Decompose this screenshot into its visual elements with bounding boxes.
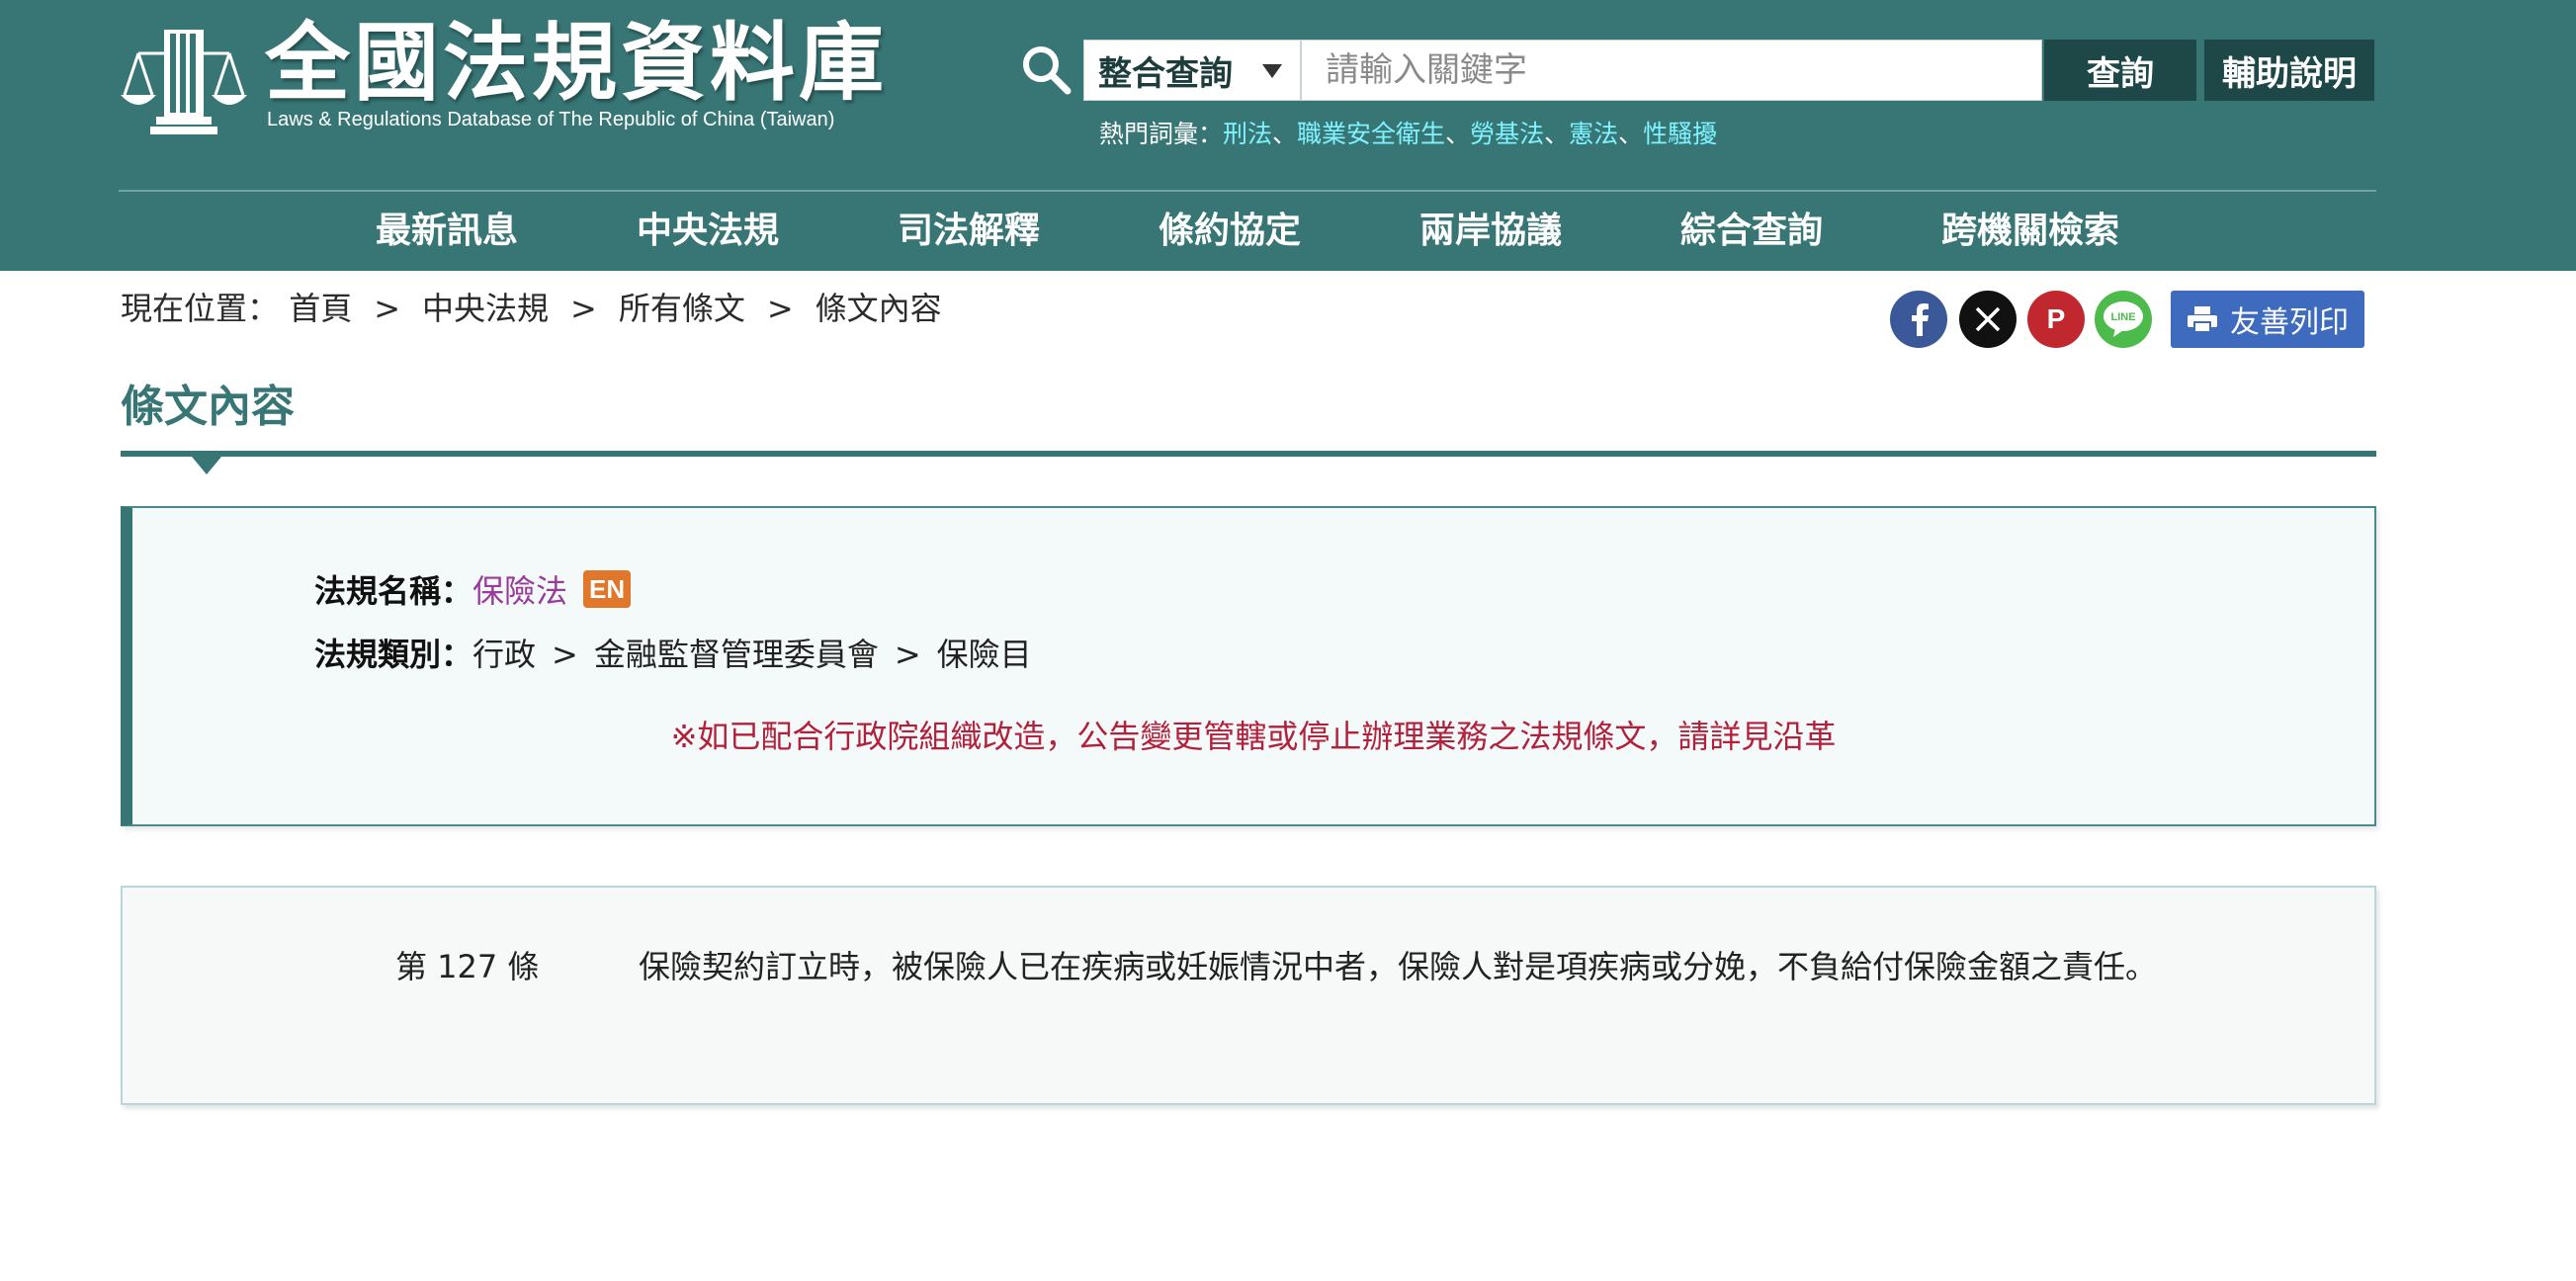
breadcrumb: 現在位置： 首頁 > 中央法規 > 所有條文 > 條文內容 xyxy=(121,287,942,330)
print-label: 友善列印 xyxy=(2230,305,2349,340)
law-category-item: 金融監督管理委員會 xyxy=(593,636,879,673)
hot-term-link[interactable]: 憲法 xyxy=(1569,120,1618,148)
search-scope-label: 整合查詢 xyxy=(1098,53,1233,94)
category-separator: > xyxy=(552,636,578,673)
printer-icon xyxy=(2188,306,2217,333)
title-divider xyxy=(121,451,2376,457)
main-nav: 最新訊息 中央法規 司法解釋 條約協定 兩岸協議 綜合查詢 跨機關檢索 xyxy=(119,202,2376,261)
search-input[interactable] xyxy=(1301,40,2042,101)
breadcrumb-separator: > xyxy=(766,290,794,327)
article-box: 第 127 條 保險契約訂立時，被保險人已在疾病或妊娠情況中者，保險人對是項疾病… xyxy=(121,886,2376,1105)
hot-terms: 熱門詞彙：刑法、職業安全衛生、勞基法、憲法、性騷擾 xyxy=(1099,117,1717,152)
law-category-item: 行政 xyxy=(472,636,537,673)
english-version-badge[interactable]: EN xyxy=(583,570,632,608)
law-name-row: 法規名稱：保險法 EN xyxy=(314,567,632,615)
site-subtitle: Laws & Regulations Database of The Repub… xyxy=(267,109,835,130)
law-name-link[interactable]: 保險法 xyxy=(472,572,567,610)
nav-item-judicial-interpretations[interactable]: 司法解釋 xyxy=(898,202,1040,261)
x-share-button[interactable] xyxy=(1959,291,2017,348)
search-scope-select[interactable]: 整合查詢 xyxy=(1083,40,1301,101)
nav-item-cross-strait[interactable]: 兩岸協議 xyxy=(1419,202,1562,261)
hot-term-link[interactable]: 勞基法 xyxy=(1470,120,1544,148)
plurk-share-button[interactable]: P xyxy=(2027,291,2085,348)
site-title[interactable]: 全國法規資料庫 xyxy=(265,14,888,113)
law-category-item: 保險目 xyxy=(936,636,1032,673)
breadcrumb-home[interactable]: 首頁 xyxy=(289,290,352,327)
article-text: 保險契約訂立時，被保險人已在疾病或妊娠情況中者，保險人對是項疾病或分娩，不負給付… xyxy=(639,948,2158,985)
nav-item-central-regulations[interactable]: 中央法規 xyxy=(637,202,779,261)
hot-term-separator: 、 xyxy=(1445,120,1471,148)
scales-of-justice-logo-icon[interactable] xyxy=(119,20,249,136)
print-button[interactable]: 友善列印 xyxy=(2171,291,2364,348)
line-icon-text: LINE xyxy=(2110,311,2136,323)
category-separator: > xyxy=(894,636,921,673)
help-button[interactable]: 輔助說明 xyxy=(2204,40,2374,101)
page-title: 條文內容 xyxy=(121,382,295,432)
facebook-share-button[interactable] xyxy=(1890,291,1947,348)
search-icon[interactable] xyxy=(1018,42,1073,97)
breadcrumb-separator: > xyxy=(374,290,401,327)
x-icon xyxy=(1975,306,2001,332)
hot-term-link[interactable]: 刑法 xyxy=(1223,120,1272,148)
breadcrumb-all-articles[interactable]: 所有條文 xyxy=(619,290,745,327)
reorganization-notice: ※如已配合行政院組織改造，公告變更管轄或停止辦理業務之法規條文，請詳見沿革 xyxy=(670,718,1837,755)
breadcrumb-central-regulations[interactable]: 中央法規 xyxy=(422,290,549,327)
site-header: 全國法規資料庫 Laws & Regulations Database of T… xyxy=(0,0,2576,271)
hot-terms-label: 熱門詞彙： xyxy=(1099,120,1224,148)
nav-item-integrated-search[interactable]: 綜合查詢 xyxy=(1680,202,1823,261)
law-category-row: 法規類別：行政 > 金融監督管理委員會 > 保險目 xyxy=(314,631,1032,678)
hot-term-separator: 、 xyxy=(1618,120,1644,148)
breadcrumb-label: 現在位置： xyxy=(121,290,280,327)
header-divider xyxy=(119,190,2376,192)
breadcrumb-separator: > xyxy=(570,290,597,327)
law-category-label: 法規類別： xyxy=(314,636,473,673)
line-share-button[interactable]: LINE xyxy=(2095,291,2152,348)
hot-term-separator: 、 xyxy=(1544,120,1570,148)
law-info-box: 法規名稱：保險法 EN 法規類別：行政 > 金融監督管理委員會 > 保險目 ※如已配合行政… xyxy=(121,506,2376,826)
nav-item-latest-news[interactable]: 最新訊息 xyxy=(376,202,518,261)
nav-item-cross-agency-search[interactable]: 跨機關檢索 xyxy=(1941,202,2119,261)
hot-term-link[interactable]: 職業安全衛生 xyxy=(1297,120,1445,148)
hot-term-link[interactable]: 性騷擾 xyxy=(1643,120,1717,148)
article-number: 第 127 條 xyxy=(395,948,540,985)
title-notch xyxy=(192,457,221,474)
breadcrumb-current: 條文內容 xyxy=(815,290,942,327)
law-name-label: 法規名稱： xyxy=(314,572,473,610)
hot-term-separator: 、 xyxy=(1272,120,1298,148)
nav-item-treaties[interactable]: 條約協定 xyxy=(1159,202,1301,261)
query-button[interactable]: 查詢 xyxy=(2044,40,2196,101)
chevron-down-icon xyxy=(1262,64,1282,78)
plurk-icon: P xyxy=(2046,303,2066,334)
facebook-icon xyxy=(1912,303,1929,336)
